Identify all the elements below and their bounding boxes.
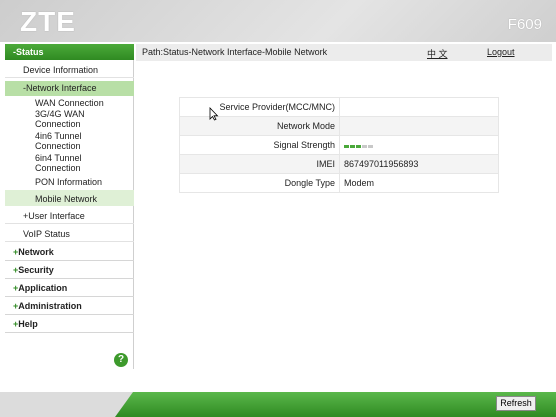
mouse-cursor-icon: [209, 107, 219, 121]
imei-value: 867497011956893: [339, 154, 499, 174]
model-name: F609: [507, 16, 542, 33]
signal-strength-value: [339, 135, 499, 155]
sidebar-item-label: Help: [18, 319, 38, 329]
table-row: Service Provider(MCC/MNC): [179, 97, 499, 117]
sidebar-item-network-interface[interactable]: -Network Interface: [5, 81, 134, 96]
sidebar-item-administration[interactable]: +Administration: [5, 298, 134, 315]
table-row: IMEI 867497011956893: [179, 154, 499, 174]
table-row: Network Mode: [179, 116, 499, 136]
sidebar-item-status[interactable]: -Status: [5, 44, 134, 60]
zte-logo: ZTE: [20, 6, 76, 37]
table-row: Dongle Type Modem: [179, 173, 499, 193]
sidebar-item-device-information[interactable]: Device Information: [5, 62, 134, 78]
sidebar-item-label: Security: [18, 265, 54, 275]
dongle-type-value: Modem: [339, 173, 499, 193]
signal-bar: [350, 145, 355, 149]
sidebar-item-label: Connection: [35, 119, 81, 129]
sidebar-item-label: Connection: [35, 163, 81, 173]
sidebar-item-mobile-network[interactable]: Mobile Network: [5, 190, 134, 206]
language-switch-link[interactable]: 中 文: [427, 47, 448, 60]
network-mode-value: [339, 116, 499, 136]
refresh-button[interactable]: Refresh: [496, 396, 536, 411]
table-row: Signal Strength: [179, 135, 499, 155]
sidebar-item-wan-connection[interactable]: WAN Connection: [5, 98, 134, 108]
sidebar: -Status Device Information -Network Inte…: [5, 44, 134, 369]
sidebar-item-label: Administration: [18, 301, 82, 311]
sidebar-item-6in4-tunnel-connection[interactable]: 6in4 Tunnel Connection: [5, 153, 134, 173]
logout-link[interactable]: Logout: [487, 47, 515, 57]
service-provider-label: Service Provider(MCC/MNC): [179, 97, 340, 117]
sidebar-item-application[interactable]: +Application: [5, 280, 134, 297]
footer-accent: [115, 392, 556, 417]
signal-bar: [344, 145, 349, 149]
signal-strength-label: Signal Strength: [179, 135, 340, 155]
mobile-network-info-table: Service Provider(MCC/MNC) Network Mode S…: [179, 97, 499, 193]
service-provider-value: [339, 97, 499, 117]
sidebar-item-4in6-tunnel-connection[interactable]: 4in6 Tunnel Connection: [5, 131, 134, 151]
signal-bar: [356, 145, 361, 149]
sidebar-item-label: Connection: [35, 141, 81, 151]
sidebar-item-voip-status[interactable]: VoIP Status: [5, 226, 134, 242]
sidebar-item-pon-information[interactable]: PON Information: [5, 177, 134, 187]
imei-label: IMEI: [179, 154, 340, 174]
sidebar-item-label: 3G/4G WAN: [35, 109, 85, 119]
sidebar-item-label: 6in4 Tunnel: [35, 153, 82, 163]
signal-bar: [362, 145, 367, 149]
sidebar-item-user-interface[interactable]: +User Interface: [5, 208, 134, 224]
sidebar-item-label: 4in6 Tunnel: [35, 131, 82, 141]
sidebar-item-label: Network: [18, 247, 54, 257]
sidebar-item-label: Application: [18, 283, 68, 293]
sidebar-item-3g4g-wan-connection[interactable]: 3G/4G WAN Connection: [5, 109, 134, 129]
sidebar-item-help[interactable]: +Help: [5, 316, 134, 333]
signal-strength-icon: [344, 140, 374, 150]
help-icon[interactable]: ?: [114, 353, 128, 367]
sidebar-item-security[interactable]: +Security: [5, 262, 134, 279]
header-bar: ZTE F609: [0, 0, 556, 42]
signal-bar: [368, 145, 373, 149]
sidebar-item-network[interactable]: +Network: [5, 244, 134, 261]
network-mode-label: Network Mode: [179, 116, 340, 136]
dongle-type-label: Dongle Type: [179, 173, 340, 193]
